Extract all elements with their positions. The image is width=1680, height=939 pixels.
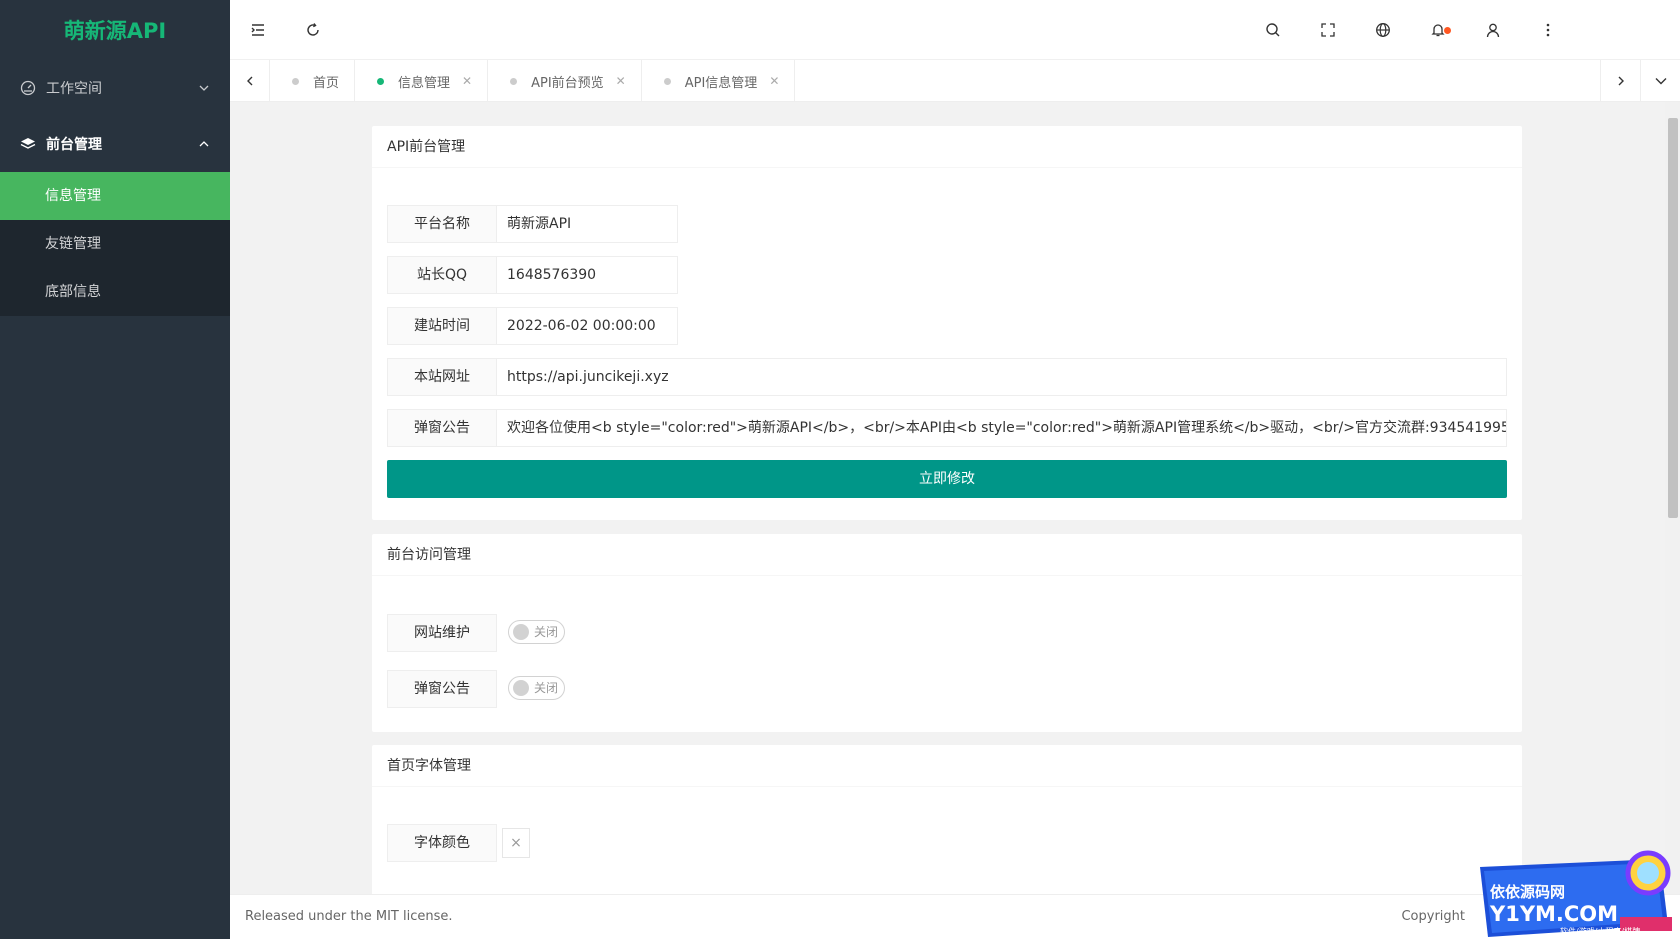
- card-title: 首页字体管理: [372, 745, 1522, 787]
- tab-label: 首页: [313, 75, 340, 91]
- scrollbar-thumb[interactable]: [1668, 118, 1678, 518]
- close-icon[interactable]: ✕: [616, 74, 626, 88]
- sidebar-item-footer-info[interactable]: 底部信息: [0, 268, 230, 316]
- chevron-down-icon: [1655, 78, 1666, 85]
- toggle-state-text: 关闭: [534, 681, 559, 695]
- search-button[interactable]: [1245, 0, 1300, 60]
- submit-button[interactable]: 立即修改: [387, 460, 1507, 498]
- field-label: 弹窗公告: [387, 670, 497, 708]
- fullscreen-icon: [1320, 23, 1335, 37]
- submenu: 信息管理 友链管理 底部信息: [0, 172, 230, 316]
- field-label: 建站时间: [387, 307, 497, 345]
- globe-icon: [1375, 23, 1390, 37]
- license-text: Released under the MIT license.: [245, 909, 453, 924]
- maintenance-toggle[interactable]: 关闭: [508, 620, 565, 644]
- language-button[interactable]: [1355, 0, 1410, 60]
- site-url-input[interactable]: https://api.juncikeji.xyz: [497, 358, 1507, 396]
- fullscreen-button[interactable]: [1300, 0, 1355, 60]
- nav-group-label: 前台管理: [46, 137, 102, 153]
- chevron-up-icon: [199, 141, 209, 147]
- tabs-list: 首页 信息管理 ✕ API前台预览 ✕ API信息管理 ✕: [270, 60, 796, 102]
- nav-group-frontend[interactable]: 前台管理: [0, 116, 230, 172]
- toggle-knob: [513, 624, 529, 640]
- form-row-maintenance: 网站维护 关闭: [387, 614, 587, 652]
- chevron-down-icon: [199, 85, 209, 91]
- more-button[interactable]: [1520, 0, 1575, 60]
- watermark-line1: 依依源码网: [1490, 883, 1565, 901]
- main-content: API前台管理 平台名称 萌新源API 站长QQ 1648576390 建站时间…: [230, 102, 1665, 894]
- api-settings-card: API前台管理 平台名称 萌新源API 站长QQ 1648576390 建站时间…: [372, 126, 1522, 520]
- refresh-button[interactable]: [285, 0, 340, 60]
- search-icon: [1265, 23, 1279, 37]
- tab-status-dot: [663, 77, 671, 85]
- form-row-popup-notice: 弹窗公告 欢迎各位使用<b style="color:red">萌新源API</…: [387, 409, 1507, 447]
- notification-badge: [1444, 27, 1451, 34]
- top-header: [230, 0, 1680, 60]
- watermark-line3: 软件/游戏/小程序/棋牌: [1560, 926, 1640, 936]
- tab-label: API前台预览: [531, 75, 604, 91]
- watermark-logo: 依依源码网 Y1YM.COM 软件/游戏/小程序/棋牌: [1470, 845, 1675, 939]
- form-row-platform-name: 平台名称 萌新源API: [387, 205, 678, 243]
- tabs-scroll-left-button[interactable]: [230, 60, 270, 102]
- sidebar: 萌新源API 工作空间 前台管理 信息管理 友链管理 底部信息: [0, 0, 230, 939]
- watermark-line2: Y1YM.COM: [1489, 902, 1618, 926]
- font-settings-card: 首页字体管理 字体颜色 ×: [372, 745, 1522, 894]
- field-label: 平台名称: [387, 205, 497, 243]
- chevron-left-icon: [246, 76, 252, 86]
- footer: Released under the MIT license. Copyrigh…: [230, 894, 1680, 939]
- field-label: 弹窗公告: [387, 409, 497, 447]
- tab-status-dot: [377, 77, 385, 85]
- tab-home[interactable]: 首页: [270, 60, 356, 102]
- popup-notice-input[interactable]: 欢迎各位使用<b style="color:red">萌新源API</b>，<b…: [497, 409, 1507, 447]
- user-button[interactable]: [1465, 0, 1520, 60]
- chevron-right-icon: [1618, 76, 1624, 86]
- color-picker[interactable]: ×: [502, 828, 530, 858]
- form-row-font-color: 字体颜色 ×: [387, 824, 587, 862]
- field-label: 字体颜色: [387, 824, 497, 862]
- app-logo[interactable]: 萌新源API: [0, 0, 230, 60]
- field-label: 网站维护: [387, 614, 497, 652]
- vertical-scrollbar[interactable]: [1665, 102, 1680, 894]
- form-row-popup-toggle: 弹窗公告 关闭: [387, 670, 587, 708]
- menu-toggle-icon: [251, 24, 264, 36]
- sidebar-item-info-management[interactable]: 信息管理: [0, 172, 230, 220]
- nav-group-label: 工作空间: [46, 81, 102, 97]
- refresh-icon: [306, 23, 319, 36]
- tab-status-dot: [510, 77, 518, 85]
- toggle-state-text: 关闭: [534, 625, 559, 639]
- toggle-knob: [513, 680, 529, 696]
- nav-group-workspace[interactable]: 工作空间: [0, 60, 230, 116]
- popup-notice-toggle[interactable]: 关闭: [508, 676, 565, 700]
- copyright-text: Copyright: [1401, 909, 1465, 924]
- build-time-input[interactable]: 2022-06-02 00:00:00: [497, 307, 678, 345]
- platform-name-input[interactable]: 萌新源API: [497, 205, 678, 243]
- tabs-scroll-right-button[interactable]: [1600, 60, 1640, 102]
- field-label: 站长QQ: [387, 256, 497, 294]
- close-icon[interactable]: ✕: [769, 74, 779, 88]
- form-row-owner-qq: 站长QQ 1648576390: [387, 256, 678, 294]
- tab-api-preview[interactable]: API前台预览 ✕: [488, 60, 642, 102]
- form-row-site-url: 本站网址 https://api.juncikeji.xyz: [387, 358, 1507, 396]
- tab-status-dot: [292, 77, 299, 85]
- tabs-bar: 首页 信息管理 ✕ API前台预览 ✕ API信息管理 ✕: [230, 60, 1680, 102]
- dashboard-icon: [20, 80, 36, 96]
- card-title: 前台访问管理: [372, 534, 1522, 576]
- notification-button[interactable]: [1410, 0, 1465, 60]
- form-row-build-time: 建站时间 2022-06-02 00:00:00: [387, 307, 678, 345]
- tab-label: API信息管理: [684, 75, 758, 91]
- owner-qq-input[interactable]: 1648576390: [497, 256, 678, 294]
- menu-toggle-button[interactable]: [230, 0, 285, 60]
- card-title: API前台管理: [372, 126, 1522, 168]
- close-icon[interactable]: ✕: [462, 74, 472, 88]
- access-settings-card: 前台访问管理 网站维护 关闭 弹窗公告 关闭: [372, 534, 1522, 732]
- sidebar-item-friend-links[interactable]: 友链管理: [0, 220, 230, 268]
- layers-icon: [20, 136, 36, 152]
- field-label: 本站网址: [387, 358, 497, 396]
- tab-api-info-management[interactable]: API信息管理 ✕: [642, 60, 796, 102]
- more-vertical-icon: [1546, 23, 1549, 37]
- user-icon: [1486, 23, 1499, 38]
- tabs-menu-button[interactable]: [1640, 60, 1680, 102]
- tab-label: 信息管理: [398, 75, 451, 91]
- tab-info-management[interactable]: 信息管理 ✕: [355, 60, 489, 102]
